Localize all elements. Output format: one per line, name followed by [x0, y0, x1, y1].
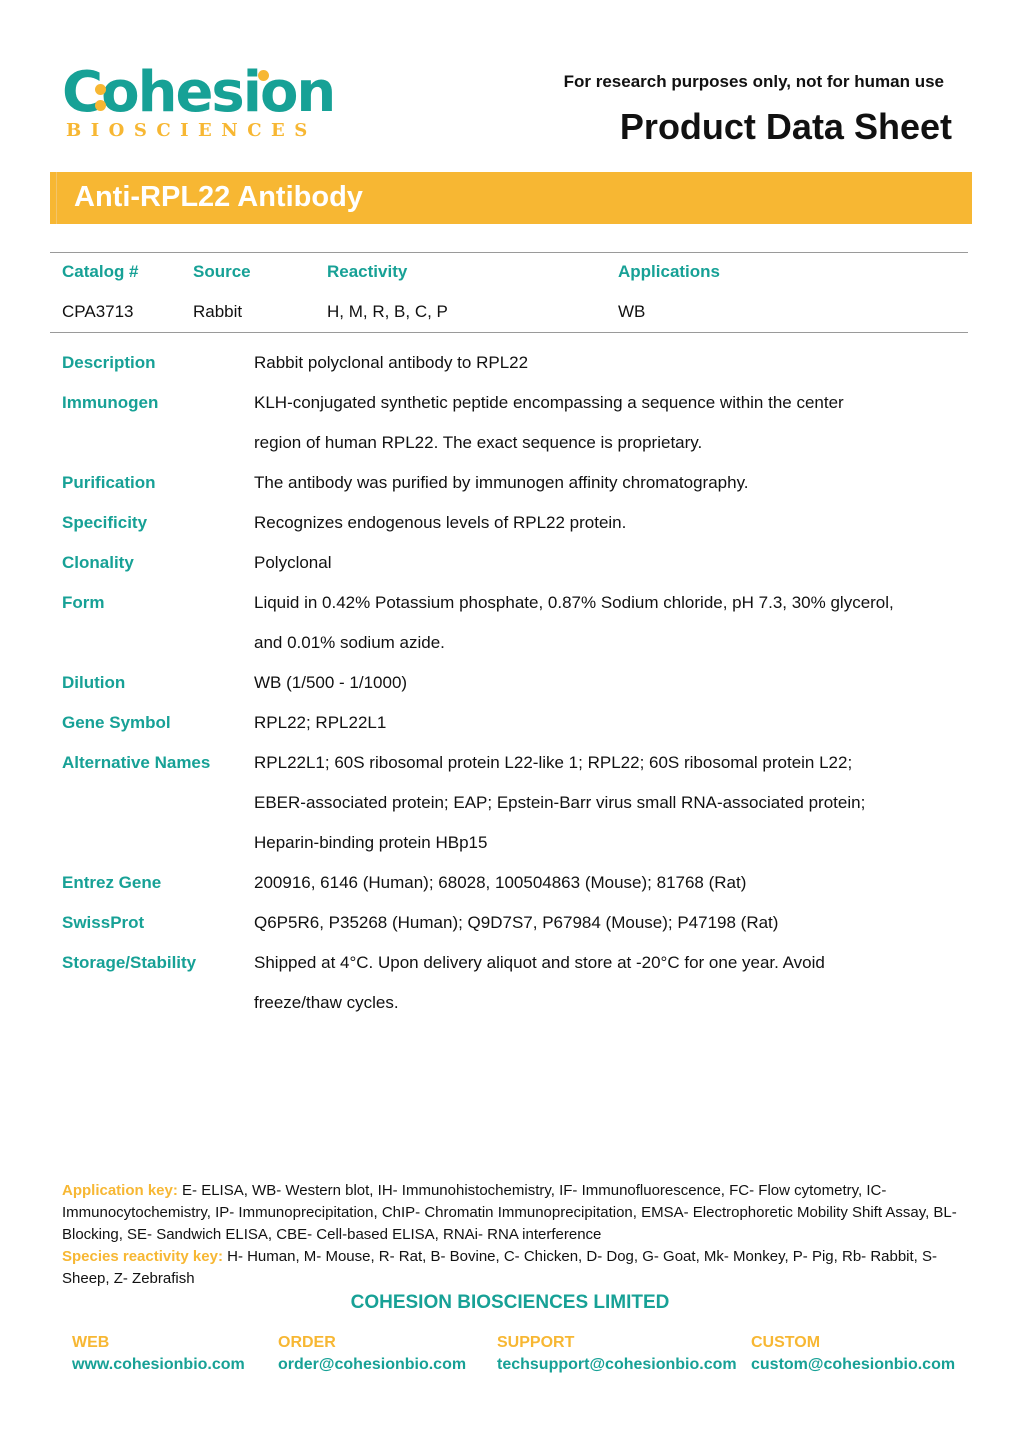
- application-key-text: E- ELISA, WB- Western blot, IH- Immunohi…: [62, 1182, 957, 1243]
- support-email-link[interactable]: techsupport@cohesionbio.com: [497, 1354, 737, 1376]
- detail-value-line: Polyclonal: [254, 553, 332, 572]
- contact-support: SUPPORT techsupport@cohesionbio.com: [497, 1332, 737, 1376]
- detail-value-line: and 0.01% sodium azide.: [254, 633, 445, 652]
- detail-label: Clonality: [62, 553, 134, 572]
- custom-email-link[interactable]: custom@cohesionbio.com: [751, 1354, 955, 1376]
- species-key-label: Species reactivity key:: [62, 1248, 223, 1265]
- detail-value: KLH-conjugated synthetic peptide encompa…: [254, 383, 954, 463]
- detail-row-specificity: Specificity Recognizes endogenous levels …: [62, 503, 962, 543]
- detail-label: Gene Symbol: [62, 713, 171, 732]
- summary-header-catalog: Catalog #: [62, 262, 139, 281]
- detail-value-line: The antibody was purified by immunogen a…: [254, 473, 749, 492]
- detail-value-line: WB (1/500 - 1/1000): [254, 673, 408, 692]
- detail-row-immunogen: Immunogen KLH-conjugated synthetic peptid…: [62, 383, 962, 463]
- detail-value-line: RPL22L1; 60S ribosomal protein L22-like …: [254, 753, 853, 772]
- product-banner: Anti-RPL22 Antibody: [50, 172, 972, 224]
- detail-value-line: Heparin-binding protein HBp15: [254, 833, 488, 852]
- detail-row-form: Form Liquid in 0.42% Potassium phosphate,…: [62, 583, 962, 663]
- divider-bottom: [50, 332, 968, 333]
- company-name: COHESION BIOSCIENCES LIMITED: [350, 1292, 670, 1313]
- logo-dot-icon: [258, 70, 269, 81]
- abbreviation-keys: Application key: E- ELISA, WB- Western b…: [62, 1180, 957, 1290]
- detail-row-purification: Purification The antibody was purified by…: [62, 463, 962, 503]
- summary-header-reactivity: Reactivity: [327, 262, 408, 281]
- company-logo: Cohesion BIOSCIENCES: [62, 62, 342, 142]
- detail-row-swissprot: SwissProt Q6P5R6, P35268 (Human); Q9D7S7,…: [62, 903, 962, 943]
- web-link[interactable]: www.cohesionbio.com: [72, 1354, 245, 1376]
- contact-label: CUSTOM: [751, 1334, 821, 1351]
- detail-row-description: Description Rabbit polyclonal antibody to…: [62, 343, 962, 383]
- detail-value-line: Q6P5R6, P35268 (Human); Q9D7S7, P67984 (…: [254, 913, 779, 932]
- detail-value-line: Recognizes endogenous levels of RPL22 pr…: [254, 513, 627, 532]
- detail-value-line: EBER-associated protein; EAP; Epstein-Ba…: [254, 793, 866, 812]
- detail-value: The antibody was purified by immunogen a…: [254, 463, 954, 503]
- detail-value: RPL22; RPL22L1: [254, 703, 954, 743]
- detail-label: Entrez Gene: [62, 873, 162, 892]
- contact-label: SUPPORT: [497, 1334, 575, 1351]
- detail-label: Storage/Stability: [62, 953, 197, 972]
- detail-value: 200916, 6146 (Human); 68028, 100504863 (…: [254, 863, 954, 903]
- detail-row-entrez-gene: Entrez Gene 200916, 6146 (Human); 68028, …: [62, 863, 962, 903]
- detail-value: RPL22L1; 60S ribosomal protein L22-like …: [254, 743, 954, 863]
- detail-value: Q6P5R6, P35268 (Human); Q9D7S7, P67984 (…: [254, 903, 954, 943]
- detail-row-clonality: Clonality Polyclonal: [62, 543, 962, 583]
- logo-dot-icon: [95, 100, 106, 111]
- detail-value: Rabbit polyclonal antibody to RPL22: [254, 343, 954, 383]
- summary-applications-value: WB: [618, 302, 646, 321]
- contact-label: ORDER: [278, 1334, 336, 1351]
- detail-row-alternative-names: Alternative Names RPL22L1; 60S ribosomal …: [62, 743, 962, 863]
- detail-value: WB (1/500 - 1/1000): [254, 663, 954, 703]
- summary-header-applications: Applications: [618, 262, 721, 281]
- detail-value-line: 200916, 6146 (Human); 68028, 100504863 (…: [254, 873, 747, 892]
- divider-top: [50, 252, 968, 253]
- detail-label: Description: [62, 353, 156, 372]
- detail-value-line: Shipped at 4°C. Upon delivery aliquot an…: [254, 953, 825, 972]
- detail-label: Alternative Names: [62, 753, 211, 772]
- product-name: Anti-RPL22 Antibody: [74, 181, 363, 213]
- banner-edge: [56, 172, 57, 224]
- detail-value-line: freeze/thaw cycles.: [254, 993, 399, 1012]
- detail-label: Specificity: [62, 513, 148, 532]
- order-email-link[interactable]: order@cohesionbio.com: [278, 1354, 466, 1376]
- detail-label: Purification: [62, 473, 156, 492]
- detail-row-dilution: Dilution WB (1/500 - 1/1000): [62, 663, 962, 703]
- application-key-label: Application key:: [62, 1182, 178, 1199]
- detail-label: SwissProt: [62, 913, 145, 932]
- detail-label: Dilution: [62, 673, 126, 692]
- contact-custom: CUSTOM custom@cohesionbio.com: [751, 1332, 955, 1376]
- summary-header-source: Source: [193, 262, 251, 281]
- summary-source-value: Rabbit: [193, 302, 243, 321]
- detail-value-line: region of human RPL22. The exact sequenc…: [254, 433, 703, 452]
- detail-value: Liquid in 0.42% Potassium phosphate, 0.8…: [254, 583, 954, 663]
- product-details: Description Rabbit polyclonal antibody to…: [62, 343, 962, 1023]
- detail-label: Form: [62, 593, 105, 612]
- summary-catalog-value: CPA3713: [62, 302, 134, 321]
- research-disclaimer: For research purposes only, not for huma…: [563, 72, 944, 91]
- detail-value: Recognizes endogenous levels of RPL22 pr…: [254, 503, 954, 543]
- contact-order: ORDER order@cohesionbio.com: [278, 1332, 466, 1376]
- detail-value-line: RPL22; RPL22L1: [254, 713, 387, 732]
- detail-label: Immunogen: [62, 393, 159, 412]
- logo-dot-icon: [95, 84, 106, 95]
- page-title: Product Data Sheet: [619, 106, 952, 147]
- detail-value-line: KLH-conjugated synthetic peptide encompa…: [254, 393, 844, 412]
- logo-subtitle: BIOSCIENCES: [66, 120, 317, 141]
- detail-row-storage-stability: Storage/Stability Shipped at 4°C. Upon de…: [62, 943, 962, 1023]
- detail-row-gene-symbol: Gene Symbol RPL22; RPL22L1: [62, 703, 962, 743]
- detail-value: Shipped at 4°C. Upon delivery aliquot an…: [254, 943, 954, 1023]
- contact-web: WEB www.cohesionbio.com: [72, 1332, 245, 1376]
- summary-reactivity-value: H, M, R, B, C, P: [327, 302, 448, 321]
- contact-label: WEB: [72, 1334, 110, 1351]
- detail-value-line: Liquid in 0.42% Potassium phosphate, 0.8…: [254, 593, 894, 612]
- detail-value-line: Rabbit polyclonal antibody to RPL22: [254, 353, 529, 372]
- detail-value: Polyclonal: [254, 543, 954, 583]
